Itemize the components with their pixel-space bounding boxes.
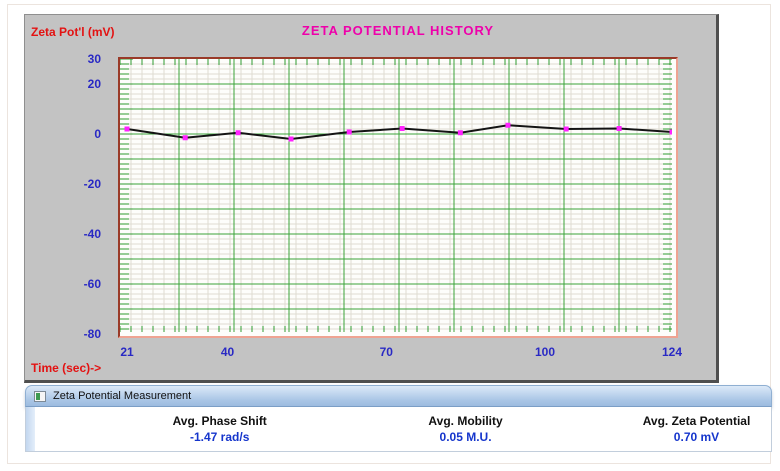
measurement-panel: Zeta Potential Measurement Avg. Phase Sh… <box>25 385 772 455</box>
y-tick-label: 30 <box>55 51 101 67</box>
measurement-panel-header[interactable]: Zeta Potential Measurement <box>25 385 772 407</box>
stat-label: Avg. Zeta Potential <box>643 414 751 428</box>
x-tick-label: 100 <box>527 345 563 359</box>
y-tick-label: 20 <box>55 76 101 92</box>
y-axis-label: Zeta Pot'l (mV) <box>31 25 115 39</box>
measurement-panel-icon <box>34 391 46 402</box>
zeta-history-chart-panel: ZETA POTENTIAL HISTORY Zeta Pot'l (mV) T… <box>24 14 719 383</box>
stat-label: Avg. Mobility <box>428 414 502 428</box>
stat-label: Avg. Phase Shift <box>173 414 267 428</box>
chart-title: ZETA POTENTIAL HISTORY <box>118 23 678 38</box>
x-tick-label: 124 <box>654 345 690 359</box>
y-tick-label: -20 <box>55 176 101 192</box>
measurement-panel-body: Avg. Phase Shift -1.47 rad/s Avg. Mobili… <box>25 407 772 452</box>
x-axis-label: Time (sec)-> <box>31 361 101 375</box>
x-tick-label: 70 <box>368 345 404 359</box>
stat-value: -1.47 rad/s <box>173 430 267 444</box>
zeta-potential-line-chart <box>120 59 672 332</box>
y-tick-label: -40 <box>55 226 101 242</box>
stat-avg-phase-shift: Avg. Phase Shift -1.47 rad/s <box>173 414 267 444</box>
y-tick-label: 0 <box>55 126 101 142</box>
x-tick-label: 40 <box>210 345 246 359</box>
stat-value: 0.70 mV <box>643 430 751 444</box>
measurement-panel-title: Zeta Potential Measurement <box>53 390 191 402</box>
stat-value: 0.05 M.U. <box>428 430 502 444</box>
y-tick-label: -80 <box>55 326 101 342</box>
y-tick-label: -60 <box>55 276 101 292</box>
stat-avg-mobility: Avg. Mobility 0.05 M.U. <box>428 414 502 444</box>
plot-area[interactable] <box>118 57 678 338</box>
x-tick-label: 21 <box>109 345 145 359</box>
stat-avg-zeta-potential: Avg. Zeta Potential 0.70 mV <box>643 414 751 444</box>
